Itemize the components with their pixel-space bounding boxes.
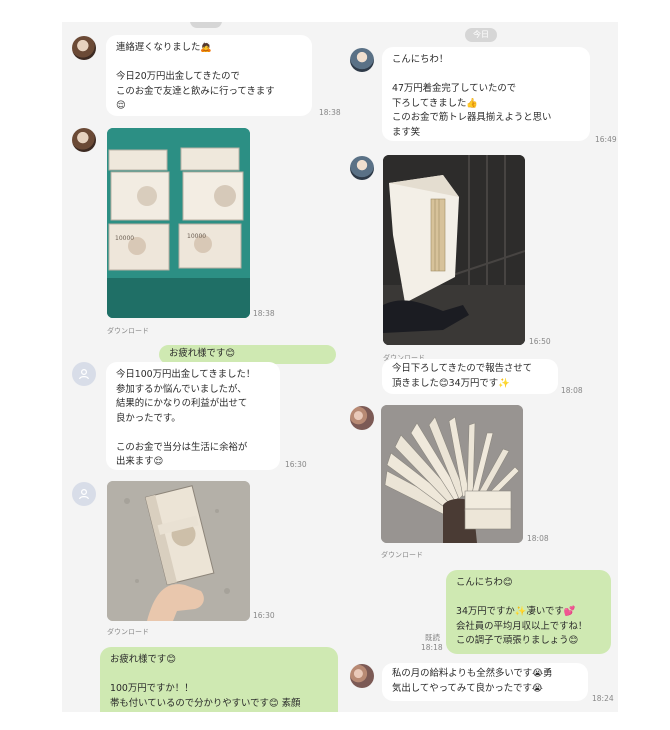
banknote-fan-image [381,405,523,543]
message-bubble: 今日100万円出金してきました！ 参加するか悩んでいましたが、 結果的にかなりの… [106,362,280,470]
message-bubble-outgoing: お疲れ様です😊 100万円ですか！！ 帯も付いているので分かりやすいです😊 素顔 [100,647,338,712]
banknote-bundle-image [107,481,250,621]
banknote-stack-right: 10000 [178,147,244,269]
message-bubble: 連絡遅くなりました🙇 今日20万円出金してきたので このお金で友達と飲みに行って… [106,35,312,116]
message-time: 16:30 [253,611,275,620]
message-time: 18:18 [421,643,443,652]
sender-avatar[interactable] [350,156,374,180]
default-user-icon [79,488,89,500]
left-chat-panel[interactable]: 連絡遅くなりました🙇 今日20万円出金してきたので このお金で友達と飲みに行って… [62,22,346,712]
message-bubble: 今日下ろしてきたので報告させて 頂きました😊34万円です✨ [382,359,558,394]
message-time: 18:08 [527,534,549,543]
svg-text:10000: 10000 [187,233,206,240]
message-time: 16:30 [285,460,307,469]
message-time: 18:24 [592,694,614,703]
sender-avatar[interactable] [72,362,96,386]
sender-avatar[interactable] [72,36,96,60]
message-bubble-outgoing: こんにちわ😊 34万円ですか✨凄いです💕 会社員の平均月収以上ですね！ この調子… [446,570,611,654]
envelope-cash-image [383,155,525,345]
cash-photo-stacks[interactable]: 10000 10000 [107,128,250,318]
download-caption[interactable]: ダウンロード [381,550,423,560]
cash-photo-bundle[interactable] [107,481,250,621]
date-chip [190,22,222,28]
download-caption[interactable]: ダウンロード [107,627,149,637]
sender-avatar[interactable] [72,482,96,506]
banknote-stack-left: 10000 [108,149,170,271]
banknotes-image: 10000 10000 [107,128,250,318]
sender-avatar[interactable] [350,664,374,688]
message-time: 16:49 [595,135,617,144]
default-user-icon [79,368,89,380]
message-time: 18:38 [253,309,275,318]
date-chip: 今日 [465,28,497,42]
read-receipt: 既読 [425,633,440,642]
cash-photo-envelope[interactable] [383,155,525,345]
download-caption[interactable]: ダウンロード [107,326,149,336]
sender-avatar[interactable] [350,48,374,72]
message-time: 16:50 [529,337,551,346]
cash-photo-fan[interactable] [381,405,523,543]
message-time: 18:38 [319,108,341,117]
message-time: 18:08 [561,386,583,395]
right-chat-panel[interactable]: 今日 こんにちわ！ 47万円着金完了していたので 下ろしてきました👍 このお金で… [346,22,618,712]
message-bubble: こんにちわ！ 47万円着金完了していたので 下ろしてきました👍 このお金で筋トレ… [382,47,590,141]
sender-avatar[interactable] [72,128,96,152]
svg-text:10000: 10000 [115,235,134,242]
sender-avatar[interactable] [350,406,374,430]
message-bubble: 私の月の給料よりも全然多いです😭勇 気出してやってみて良かったです😭 [382,663,588,701]
